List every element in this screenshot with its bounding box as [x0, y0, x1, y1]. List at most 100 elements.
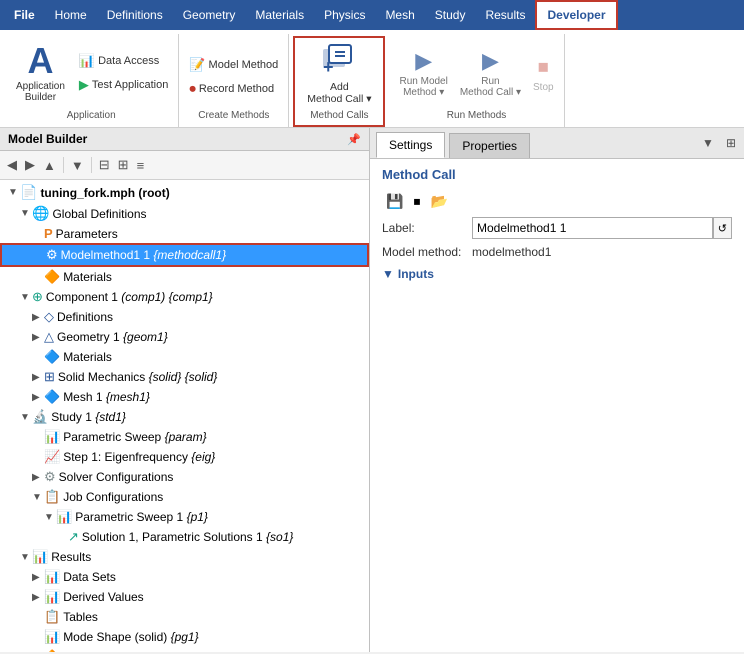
results-toggle[interactable]: ▼ [20, 552, 32, 563]
menu-definitions[interactable]: Definitions [97, 0, 173, 30]
component1-toggle[interactable]: ▼ [20, 292, 32, 303]
data-access-button[interactable]: 📊 Data Access [75, 51, 172, 71]
study1-toggle[interactable]: ▼ [20, 412, 32, 423]
component1-icon: ⊕ [32, 289, 43, 305]
tree-item-global-defs[interactable]: ▼ 🌐 Global Definitions [0, 203, 369, 224]
solid-mechanics-icon: ⊞ [44, 369, 55, 385]
tree-root[interactable]: ▼ 📄 tuning_fork.mph (root) [0, 182, 369, 203]
menu-materials[interactable]: Materials [245, 0, 314, 30]
run-methods-group-label: Run Methods [395, 108, 557, 123]
collapse-all-button[interactable]: ⊟ [96, 155, 113, 175]
tables-label: Tables [63, 610, 98, 624]
derived-values-label: Derived Values [63, 590, 143, 604]
test-application-icon: ▶ [79, 77, 89, 93]
job-configs-toggle[interactable]: ▼ [32, 492, 44, 503]
tree-item-results[interactable]: ▼ 📊 Results [0, 547, 369, 567]
test-application-button[interactable]: ▶ Test Application [75, 75, 172, 95]
tree-item-param-sweep[interactable]: 📊 Parametric Sweep {param} [0, 427, 369, 447]
expand-button[interactable]: ⊞ [115, 155, 132, 175]
app-builder-icon: A [27, 43, 53, 79]
tree-item-solver-configs[interactable]: ▶ ⚙ Solver Configurations [0, 467, 369, 487]
tree-area: ▼ 📄 tuning_fork.mph (root) ▼ 🌐 Global De… [0, 180, 369, 652]
panel-undock-button[interactable]: ⊞ [722, 134, 740, 152]
stop-icon-button[interactable]: ⏹ [409, 190, 424, 213]
modelmethod1-label: Modelmethod1 1 {methodcall1} [61, 248, 226, 262]
root-toggle[interactable]: ▼ [8, 187, 20, 198]
application-group-label: Application [10, 108, 172, 123]
more-button[interactable]: ≡ [134, 156, 148, 175]
add-method-call-button[interactable]: + AddMethod Call ▾ [299, 40, 379, 108]
menu-home[interactable]: Home [45, 0, 97, 30]
model-method-button[interactable]: 📝 Model Method [185, 55, 282, 75]
load-icon-button[interactable]: 📂 [426, 190, 451, 213]
tree-item-param-sweep1[interactable]: ▼ 📊 Parametric Sweep 1 {p1} [0, 507, 369, 527]
materials-global-label: Materials [63, 270, 112, 284]
tree-item-derived-values[interactable]: ▶ 📊 Derived Values [0, 587, 369, 607]
tree-item-tables[interactable]: 📋 Tables [0, 607, 369, 627]
export-icon: 🔶 [44, 649, 60, 652]
study1-label: Study 1 {std1} [51, 410, 126, 424]
label-input-container: ↺ [472, 217, 732, 239]
solution1-label: Solution 1, Parametric Solutions 1 {so1} [82, 530, 293, 544]
tree-menu-button[interactable]: ▼ [68, 156, 87, 175]
global-defs-toggle[interactable]: ▼ [20, 208, 32, 219]
panel-toggle-button[interactable]: ▼ [698, 134, 718, 152]
inputs-section[interactable]: ▼ Inputs [382, 267, 732, 281]
materials-global-icon: 🔶 [44, 269, 60, 285]
menu-physics[interactable]: Physics [314, 0, 375, 30]
right-panel-content: Method Call 💾 ⏹ 📂 Label: ↺ Model method:… [370, 159, 744, 652]
tree-item-mesh1[interactable]: ▶ 🔷 Mesh 1 {mesh1} [0, 387, 369, 407]
run-model-method-button[interactable]: ▶ Run ModelMethod ▾ [395, 39, 451, 107]
menu-study[interactable]: Study [425, 0, 476, 30]
tree-item-modelmethod1[interactable]: ⚙ Modelmethod1 1 {methodcall1} [0, 243, 369, 267]
menu-geometry[interactable]: Geometry [173, 0, 246, 30]
job-configs-label: Job Configurations [63, 490, 163, 504]
menu-mesh[interactable]: Mesh [375, 0, 424, 30]
eigenfreq-label: Step 1: Eigenfrequency {eig} [63, 450, 215, 464]
run-method-call-button[interactable]: ▶ RunMethod Call ▾ [456, 39, 525, 107]
tree-item-component1[interactable]: ▼ ⊕ Component 1 (comp1) {comp1} [0, 287, 369, 307]
definitions-icon: ◇ [44, 309, 54, 325]
data-sets-label: Data Sets [63, 570, 116, 584]
up-button[interactable]: ▲ [40, 156, 59, 175]
global-defs-icon: 🌐 [32, 205, 49, 222]
tree-item-job-configs[interactable]: ▼ 📋 Job Configurations [0, 487, 369, 507]
tree-item-study1[interactable]: ▼ 🔬 Study 1 {std1} [0, 407, 369, 427]
tree-item-solution1[interactable]: ↗ Solution 1, Parametric Solutions 1 {so… [0, 527, 369, 547]
data-sets-icon: 📊 [44, 569, 60, 585]
tree-item-mode-shape[interactable]: 📊 Mode Shape (solid) {pg1} [0, 627, 369, 647]
solid-mechanics-label: Solid Mechanics {solid} {solid} [58, 370, 217, 384]
properties-tab[interactable]: Properties [449, 133, 530, 158]
method-call-section-title: Method Call [382, 167, 732, 182]
label-input[interactable] [472, 217, 713, 239]
record-method-button[interactable]: ⏺ Record Method [185, 79, 282, 99]
tree-item-solid-mechanics[interactable]: ▶ ⊞ Solid Mechanics {solid} {solid} [0, 367, 369, 387]
geometry1-label: Geometry 1 {geom1} [57, 330, 168, 344]
tree-item-eigenfreq[interactable]: 📈 Step 1: Eigenfrequency {eig} [0, 447, 369, 467]
file-menu-button[interactable]: File [4, 0, 45, 30]
label-reset-button[interactable]: ↺ [713, 217, 732, 239]
forward-button[interactable]: ▶ [22, 155, 38, 175]
menu-results[interactable]: Results [475, 0, 535, 30]
derived-values-icon: 📊 [44, 589, 60, 605]
save-icon-button[interactable]: 💾 [382, 190, 407, 213]
settings-tab[interactable]: Settings [376, 132, 445, 158]
tree-item-materials[interactable]: 🔷 Materials [0, 347, 369, 367]
menu-developer[interactable]: Developer [535, 0, 617, 30]
stop-button[interactable]: ⏹ Stop [529, 39, 558, 107]
tree-item-data-sets[interactable]: ▶ 📊 Data Sets [0, 567, 369, 587]
tree-item-parameters[interactable]: P Parameters [0, 224, 369, 243]
inputs-arrow-icon: ▼ [382, 267, 394, 281]
label-field-label: Label: [382, 221, 472, 235]
param-sweep1-toggle[interactable]: ▼ [44, 512, 56, 523]
ribbon: A ApplicationBuilder 📊 Data Access ▶ Tes… [0, 30, 744, 128]
parameters-label: Parameters [56, 227, 118, 241]
panel-pin-icon: 📌 [347, 133, 361, 146]
tree-item-export[interactable]: ▶ 🔶 Export [0, 647, 369, 652]
tree-item-materials-global[interactable]: 🔶 Materials [0, 267, 369, 287]
tree-item-geometry1[interactable]: ▶ △ Geometry 1 {geom1} [0, 327, 369, 347]
app-builder-button[interactable]: A ApplicationBuilder [10, 39, 71, 107]
add-method-call-label: AddMethod Call ▾ [307, 81, 371, 105]
back-button[interactable]: ◀ [4, 155, 20, 175]
tree-item-definitions[interactable]: ▶ ◇ Definitions [0, 307, 369, 327]
